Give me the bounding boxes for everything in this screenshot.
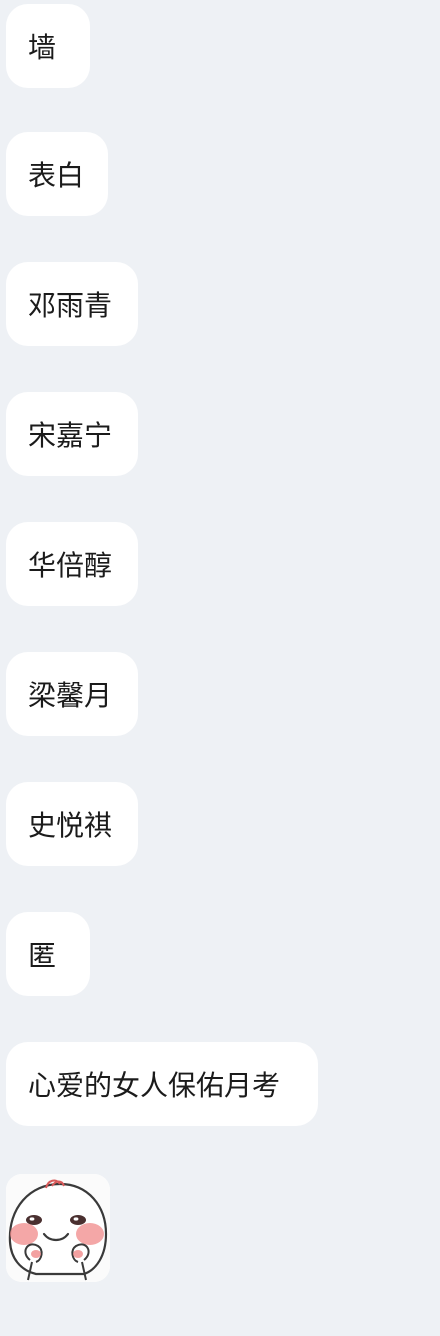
message-text: 宋嘉宁 (28, 419, 113, 452)
message-bubble[interactable]: 华倍醇 (6, 522, 138, 606)
sticker-message[interactable] (6, 1174, 110, 1282)
message-bubble[interactable]: 史悦祺 (6, 782, 138, 866)
message-text: 邓雨青 (28, 289, 113, 322)
message-bubble[interactable]: 表白 (6, 132, 108, 216)
message-text: 心爱的女人保佑月考 (28, 1069, 281, 1102)
message-bubble[interactable]: 匿 (6, 912, 90, 996)
message-text: 墙 (28, 31, 57, 64)
message-bubble[interactable]: 墙 (6, 4, 90, 88)
message-text: 匿 (28, 939, 57, 972)
message-text: 华倍醇 (28, 549, 113, 582)
message-text: 梁馨月 (28, 679, 113, 712)
message-text: 史悦祺 (28, 809, 113, 842)
message-bubble[interactable]: 宋嘉宁 (6, 392, 138, 476)
message-bubble[interactable]: 心爱的女人保佑月考 (6, 1042, 318, 1126)
blushing-face-sticker-icon (6, 1174, 110, 1282)
chat-message-list[interactable]: 墙 表白 邓雨青 宋嘉宁 华倍醇 梁馨月 史悦祺 匿 心爱的女人保佑月考 (0, 0, 440, 1336)
message-text: 表白 (28, 159, 85, 192)
message-bubble[interactable]: 邓雨青 (6, 262, 138, 346)
message-bubble[interactable]: 梁馨月 (6, 652, 138, 736)
